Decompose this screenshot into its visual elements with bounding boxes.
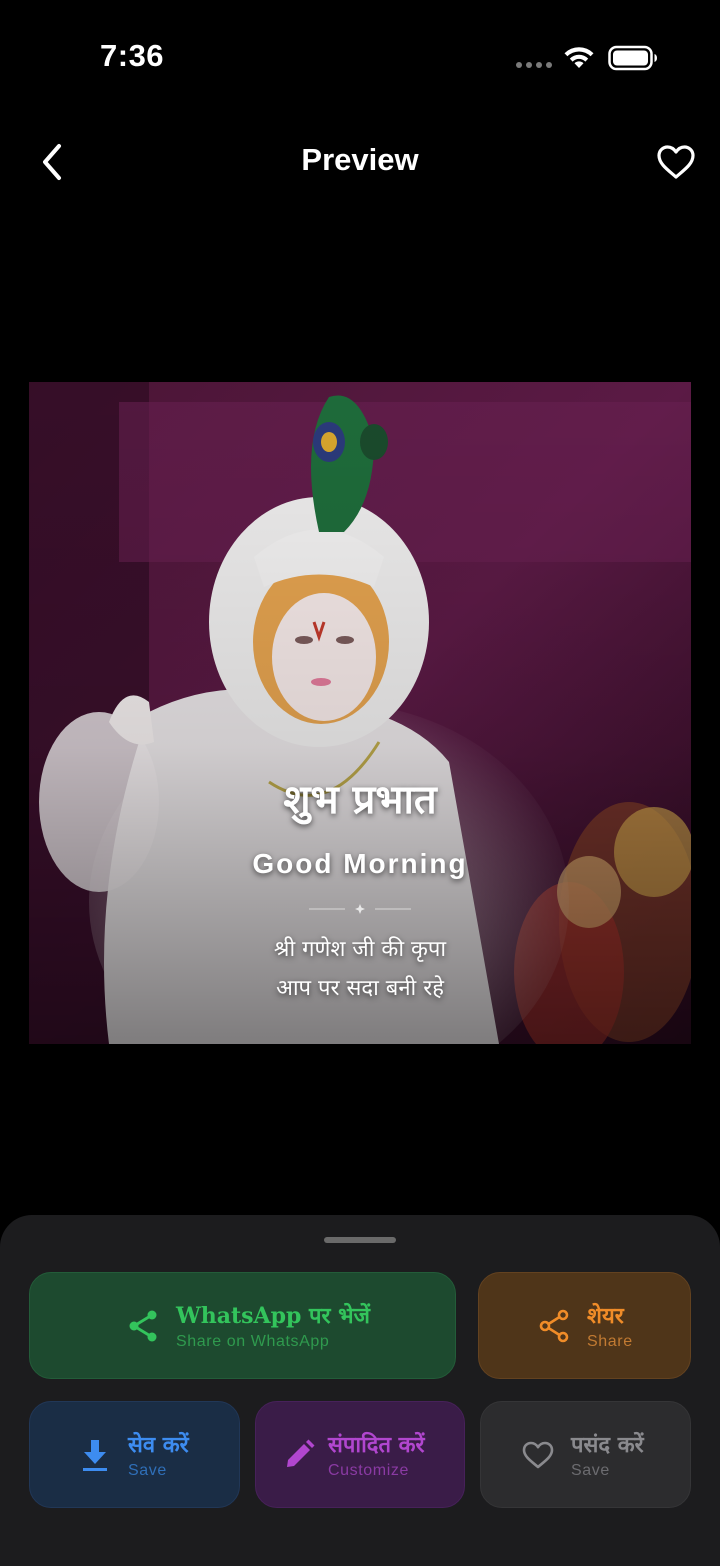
like-button[interactable]: पसंद करें Save (480, 1401, 691, 1508)
download-icon (83, 1439, 107, 1471)
heart-icon (522, 1441, 554, 1468)
save-label: सेव करें (128, 1431, 189, 1458)
favorite-button[interactable] (652, 138, 700, 186)
share-button[interactable]: शेयर Share (478, 1272, 691, 1379)
share-label: शेयर (587, 1302, 624, 1329)
save-sublabel: Save (128, 1461, 167, 1479)
cellular-signal-icon (516, 62, 552, 68)
status-bar: 7:36 (0, 0, 720, 110)
like-label: पसंद करें (571, 1431, 644, 1458)
battery-icon (608, 45, 657, 71)
like-sublabel: Save (571, 1461, 610, 1479)
blessing-text: श्री गणेश जी की कृपा आप पर सदा बनी रहे (29, 930, 691, 1008)
drag-handle[interactable] (324, 1237, 396, 1243)
pencil-icon (287, 1439, 315, 1467)
share-icon (129, 1310, 157, 1341)
share-icon (539, 1309, 569, 1342)
customize-button[interactable]: संपादित करें Customize (255, 1401, 465, 1508)
heart-icon (657, 145, 695, 179)
wifi-icon (564, 47, 594, 68)
whatsapp-label: WhatsApp पर भेजें (176, 1302, 370, 1329)
blessing-line-1: श्री गणेश जी की कृपा (273, 937, 447, 962)
page-title: Preview (301, 142, 419, 177)
greeting-title-english: Good Morning (252, 848, 468, 879)
nav-header: Preview (0, 130, 720, 194)
ornament-divider (309, 904, 411, 914)
share-whatsapp-button[interactable]: WhatsApp पर भेजें Share on WhatsApp (29, 1272, 456, 1379)
greeting-title-hindi: शुभ प्रभात (283, 776, 437, 823)
status-time: 7:36 (100, 38, 165, 73)
share-sublabel: Share (587, 1332, 633, 1350)
save-button[interactable]: सेव करें Save (29, 1401, 240, 1508)
action-bottom-sheet: WhatsApp पर भेजें Share on WhatsApp शेयर… (0, 1215, 720, 1566)
whatsapp-sublabel: Share on WhatsApp (176, 1332, 330, 1350)
blessing-line-2: आप पर सदा बनी रहे (276, 976, 444, 1001)
greeting-card-preview: शुभ प्रभात Good Morning श्री गणेश जी की … (29, 382, 691, 1044)
customize-sublabel: Customize (328, 1461, 409, 1479)
customize-label: संपादित करें (328, 1431, 425, 1458)
